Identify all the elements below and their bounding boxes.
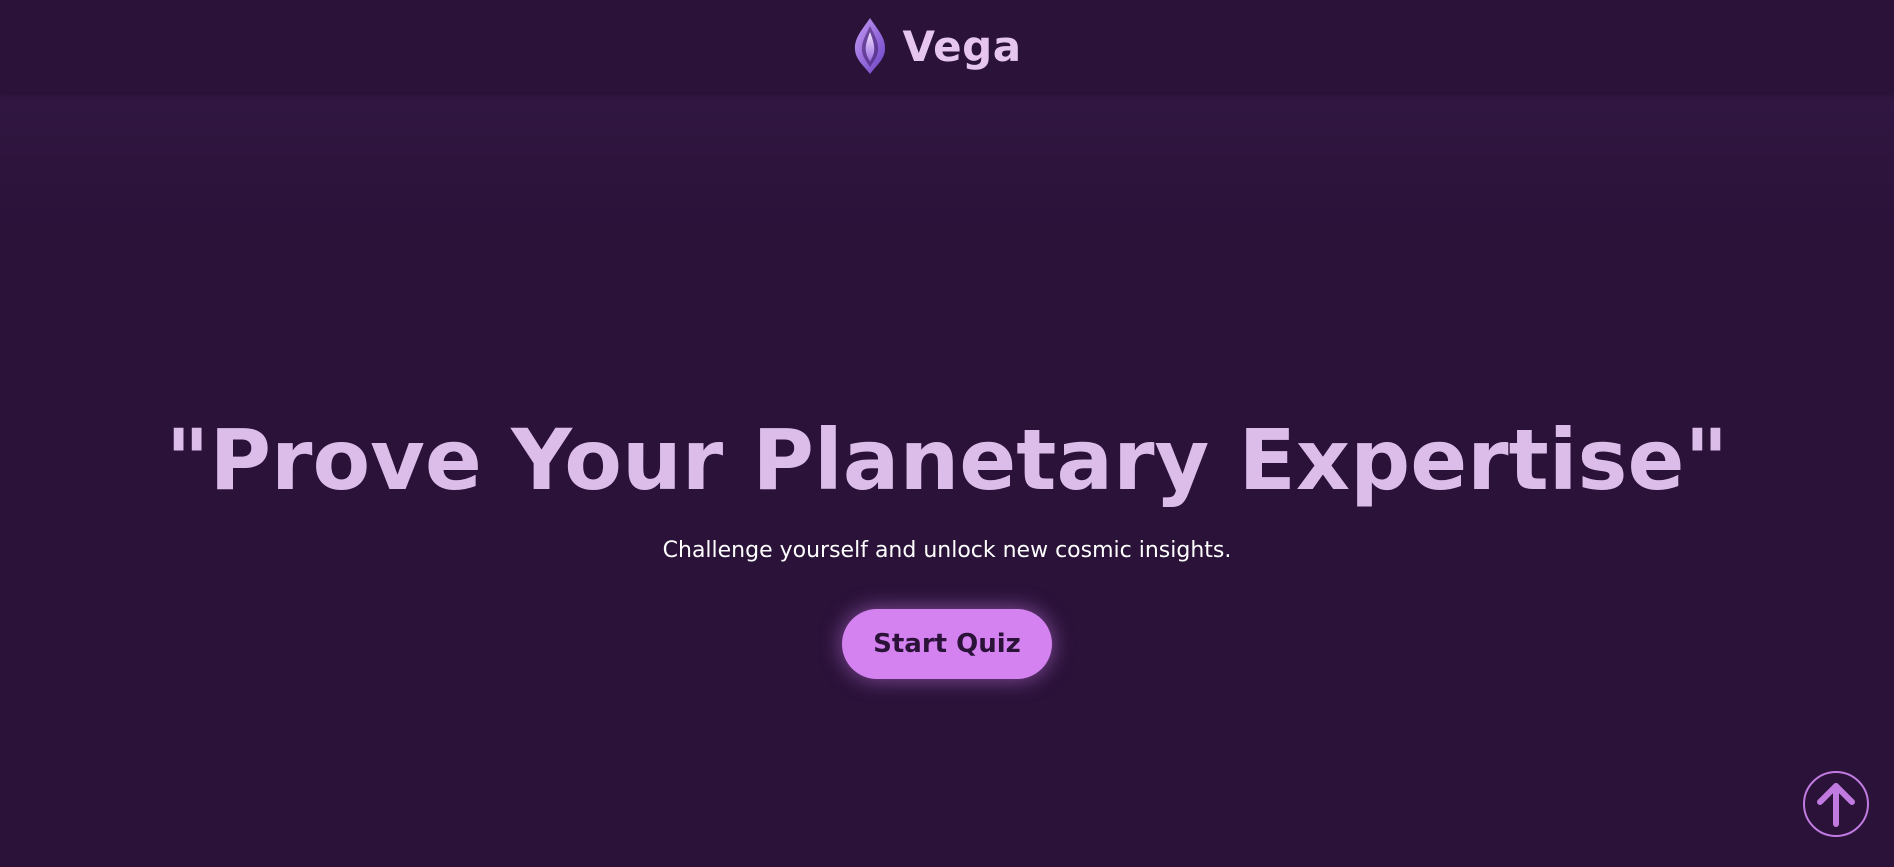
brand-name: Vega — [902, 21, 1022, 71]
site-header: Vega — [0, 0, 1894, 92]
flame-crystal-icon — [852, 16, 888, 76]
hero-background-glow — [0, 92, 1894, 232]
hero-section: "Prove Your Planetary Expertise" Challen… — [0, 400, 1894, 679]
brand[interactable]: Vega — [852, 16, 1021, 76]
start-quiz-button[interactable]: Start Quiz — [842, 609, 1052, 679]
arrow-up-icon — [1816, 780, 1856, 828]
hero-subtitle: Challenge yourself and unlock new cosmic… — [662, 538, 1232, 563]
page: Vega "Prove Your Planetary Expertise" Ch… — [0, 0, 1894, 867]
hero-title: "Prove Your Planetary Expertise" — [165, 411, 1729, 509]
scroll-to-top-button[interactable] — [1803, 771, 1869, 837]
